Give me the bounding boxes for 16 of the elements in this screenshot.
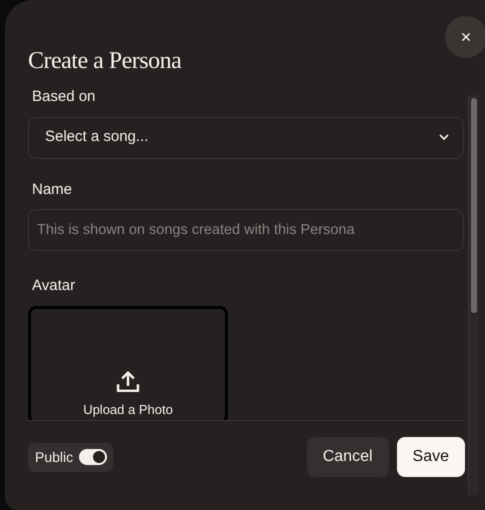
field-label: Based on <box>32 87 96 107</box>
cancel-button[interactable]: Cancel <box>306 437 389 477</box>
close-button[interactable]: × <box>445 16 485 58</box>
dialog-title: Create a Persona <box>28 47 182 76</box>
field-label: Avatar <box>32 276 76 296</box>
public-label: Public <box>35 448 74 466</box>
public-toggle[interactable]: Public <box>28 442 114 472</box>
chevron-down-icon <box>439 134 449 141</box>
name-input[interactable]: This is shown on songs created with this Persona <box>28 209 464 251</box>
toggle-switch[interactable] <box>79 449 108 465</box>
scrollbar[interactable] <box>468 95 479 495</box>
upload-photo-button[interactable]: Upload a Photo <box>28 306 228 420</box>
save-button[interactable]: Save <box>396 437 465 477</box>
upload-icon <box>114 370 142 392</box>
field-label: Name <box>32 180 74 200</box>
song-select[interactable]: Select a song... <box>28 116 464 158</box>
